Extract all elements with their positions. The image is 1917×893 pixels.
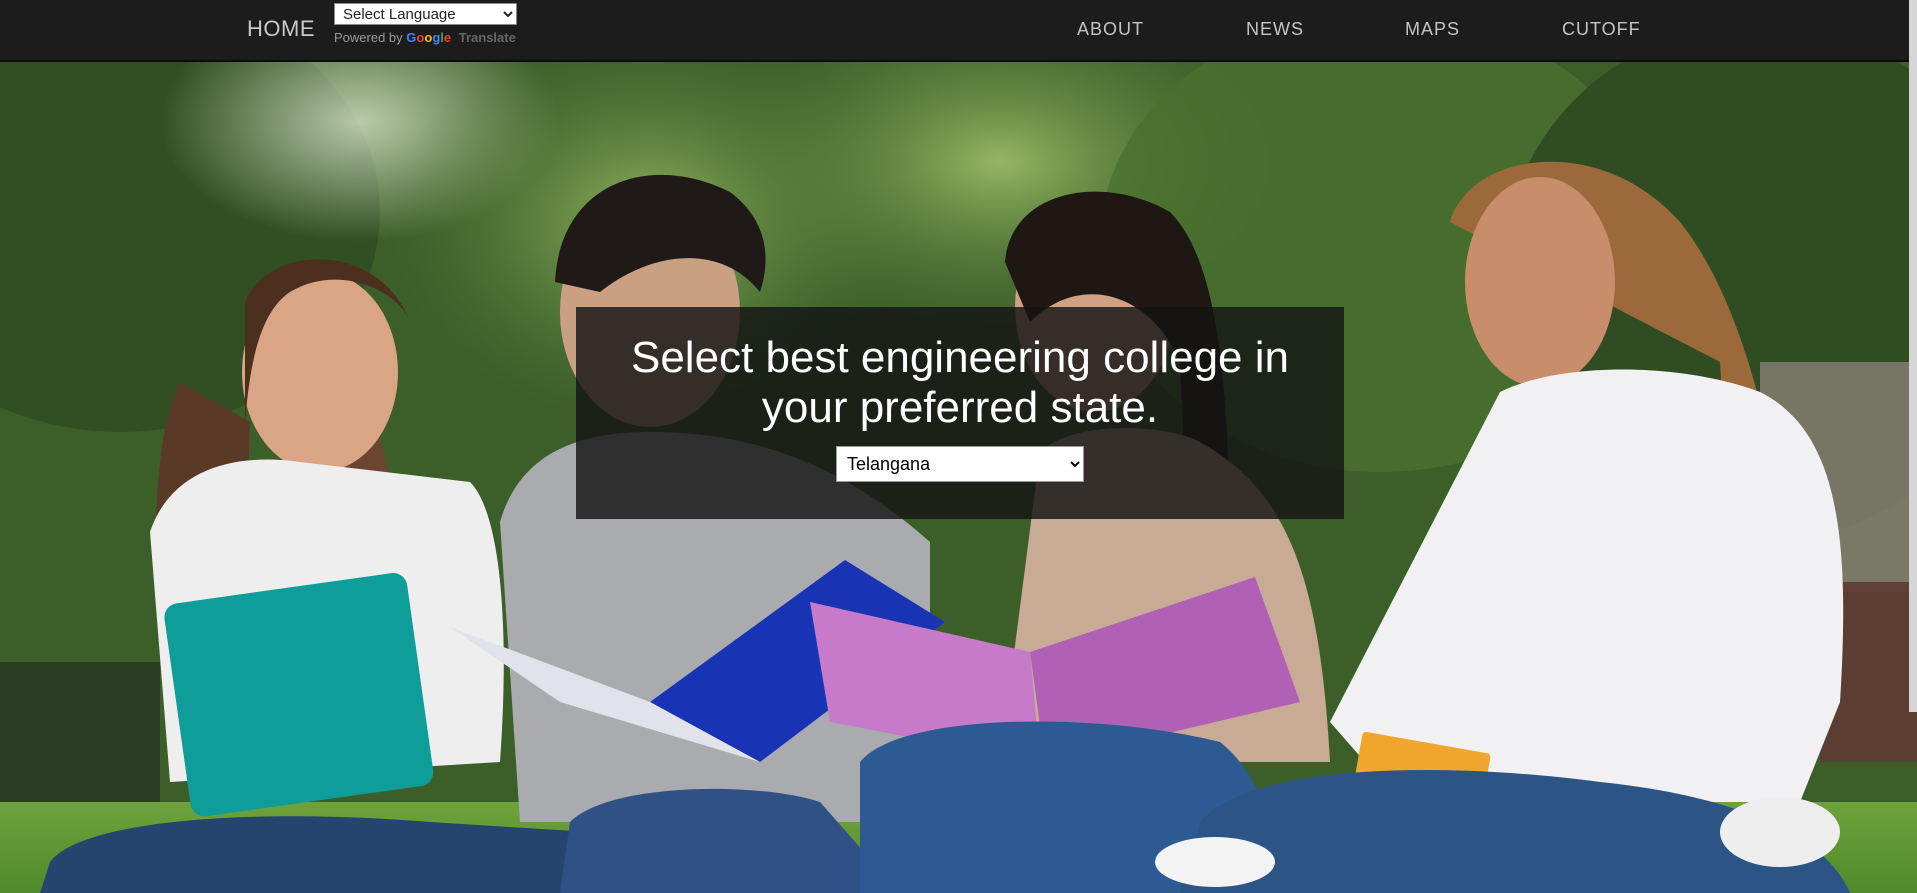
nav-maps[interactable]: MAPS (1405, 19, 1460, 40)
hero-section: Select best engineering college in your … (0, 62, 1917, 893)
language-select[interactable]: Select Language (334, 3, 517, 25)
nav-cutoff[interactable]: CUTOFF (1562, 19, 1641, 40)
page: HOME Select Language Powered by Google T… (0, 0, 1917, 893)
nav-news[interactable]: NEWS (1246, 19, 1304, 40)
top-navbar: HOME Select Language Powered by Google T… (0, 0, 1917, 62)
google-logo-icon: Google (406, 30, 452, 45)
nav-about[interactable]: ABOUT (1077, 19, 1144, 40)
hero-headline: Select best engineering college in your … (630, 333, 1289, 432)
page-scrollbar[interactable] (1909, 0, 1917, 712)
home-link[interactable]: HOME (247, 16, 315, 42)
google-translate-widget: Select Language Powered by Google Transl… (334, 3, 517, 45)
state-selector-panel: Select best engineering college in your … (576, 307, 1344, 519)
state-select[interactable]: Telangana (836, 446, 1084, 482)
powered-by-text: Powered by (334, 30, 403, 45)
translate-link[interactable]: Translate (459, 30, 516, 45)
powered-by-line: Powered by Google Translate (334, 30, 517, 45)
